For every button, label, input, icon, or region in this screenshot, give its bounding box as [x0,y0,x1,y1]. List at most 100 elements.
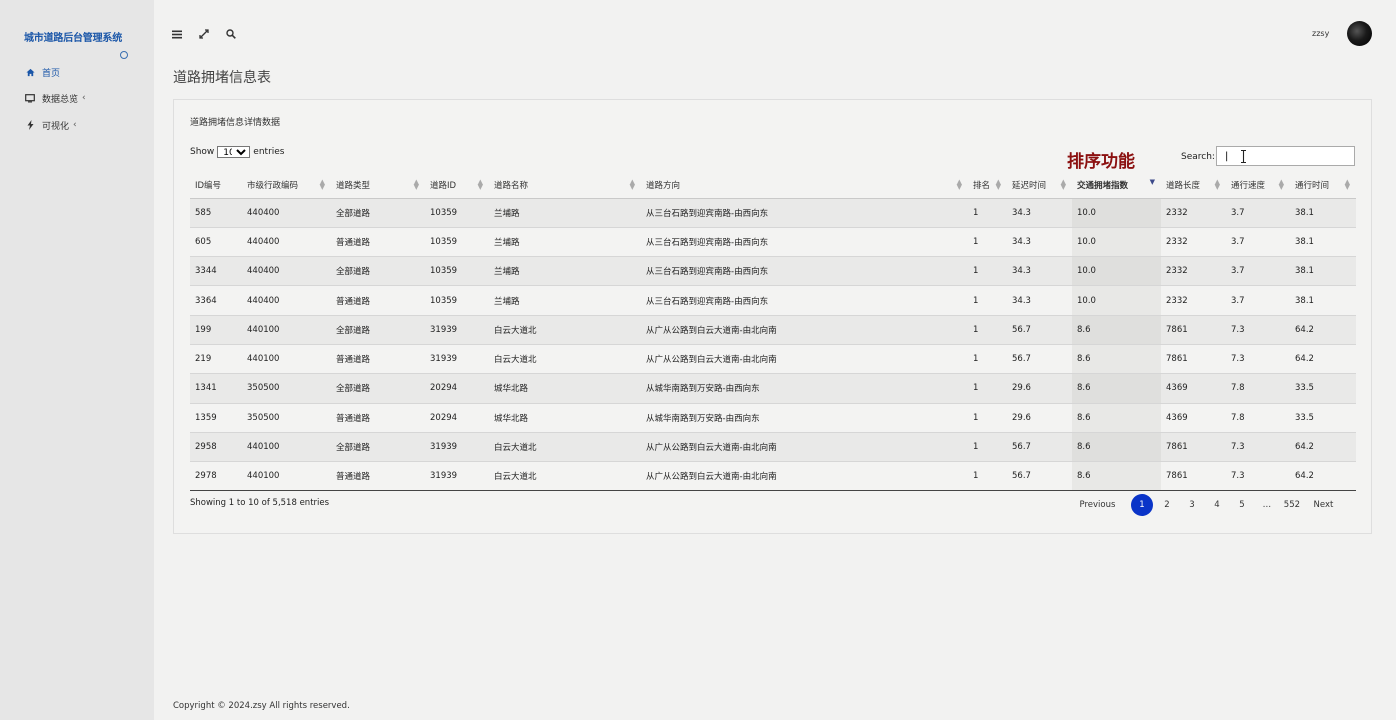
table-cell: 7.3 [1226,431,1290,462]
column-header-label: 市级行政编码 [247,180,299,191]
table-cell: 3344 [190,256,242,286]
table-row[interactable]: 3364 440400 普通道路 10359 兰埔路 从三台石路到迎宾南路-由西向东 1 34… [190,285,1356,316]
table-cell: 2332 [1161,285,1226,316]
table-cell: 全部道路 [331,256,425,286]
table-cell: 7861 [1161,343,1226,374]
pagination-page-button[interactable]: 2 [1156,494,1178,516]
table-cell: 64.2 [1290,431,1356,462]
table-cell: 从三台石路到迎宾南路-由西向东 [641,226,968,257]
sidebar-item-label: 数据总览 [42,94,79,105]
chevron-left-icon: ‹ [73,120,77,130]
menu-icon[interactable] [170,27,184,41]
table-cell: 8.6 [1072,461,1161,492]
expand-icon[interactable] [197,27,211,41]
table-row[interactable]: 585 440400 全部道路 10359 兰埔路 从三台石路到迎宾南路-由西向东 1 34.… [190,197,1356,228]
pagination-page-button[interactable]: 1 [1130,494,1153,516]
table-cell: 白云大道北 [489,461,641,492]
table-cell: 10359 [425,226,489,257]
table-cell: 10.0 [1072,226,1161,257]
table-row[interactable]: 2978 440100 普通道路 31939 白云大道北 从广从公路到白云大道南-由北向南… [190,461,1356,492]
column-header[interactable]: 交通拥堵指数 ▼ [1072,172,1161,199]
sidebar-toggle-ring-icon[interactable] [120,51,128,59]
table-row[interactable]: 605 440400 普通道路 10359 兰埔路 从三台石路到迎宾南路-由西向东 1 34.… [190,226,1356,257]
table-cell: 3.7 [1226,226,1290,257]
table-cell: 350500 [242,402,331,433]
sidebar-item-visualization[interactable]: 可视化 ‹ [25,117,77,133]
table-cell: 从城华南路到万安路-由西向东 [641,402,968,433]
home-icon [25,67,35,77]
sort-icon: ▲ ▼ [477,178,483,191]
sidebar-item-home[interactable]: 首页 [25,64,60,80]
column-header-label: 道路类型 [336,180,371,191]
column-header[interactable]: 通行时间 ▲ ▼ [1290,172,1356,199]
table-cell: 10.0 [1072,197,1161,228]
table-cell: 4369 [1161,402,1226,433]
page-length-select[interactable]: 102550100 [217,146,251,158]
table-cell: 33.5 [1290,402,1356,433]
avatar[interactable] [1347,21,1372,46]
sort-icon: ▲ ▼ [629,178,635,191]
column-header[interactable]: 道路方向 ▲ ▼ [641,172,968,199]
table-cell: 20294 [425,373,489,404]
table-cell: 7.8 [1226,373,1290,404]
table-cell: 4369 [1161,373,1226,404]
table-row[interactable]: 1341 350500 全部道路 20294 城华北路 从城华南路到万安路-由西向东 1 29… [190,373,1356,404]
search-input[interactable] [1216,146,1355,166]
column-header[interactable]: 道路名称 ▲ ▼ [489,172,641,199]
sort-icon: ▲ ▼ [956,178,962,191]
table-cell: 38.1 [1290,285,1356,316]
table-cell: 白云大道北 [489,343,641,374]
sort-icon: ▲ ▼ [319,178,325,191]
topbar: zzsy [154,0,1396,64]
pagination-page-button[interactable]: 4 [1206,494,1228,516]
table-cell: 56.7 [1007,314,1072,345]
data-table: ID编号 市级行政编码 ▲ ▼ 道路类型 ▲ ▼ 道路ID ▲ ▼ 道路名称 ▲ ▼ 道路方向 ▲ ▼ 排名 ▲ ▼… [190,172,1356,492]
column-header[interactable]: 道路类型 ▲ ▼ [331,172,425,199]
sidebar-item-data-overview[interactable]: 数据总览 ‹ [25,90,86,106]
table-row[interactable]: 1359 350500 普通道路 20294 城华北路 从城华南路到万安路-由西向东 1 29… [190,402,1356,433]
pagination: Previous 1 2 3 4 5 … 552 Next [1078,494,1336,516]
table-cell: 10.0 [1072,285,1161,316]
bolt-icon [25,120,35,130]
search-icon[interactable] [224,27,238,41]
table-row[interactable]: 199 440100 全部道路 31939 白云大道北 从广从公路到白云大道南-由北向南 1… [190,314,1356,345]
table-cell: 普通道路 [331,285,425,316]
table-cell: 从三台石路到迎宾南路-由西向东 [641,197,968,228]
pagination-page-button[interactable]: 5 [1231,494,1253,516]
pagination-page-button[interactable]: 552 [1281,494,1303,516]
table-cell: 3364 [190,285,242,316]
table-cell: 从广从公路到白云大道南-由北向南 [641,314,968,345]
monitor-icon [25,93,35,103]
table-cell: 29.6 [1007,402,1072,433]
column-header[interactable]: 市级行政编码 ▲ ▼ [242,172,331,199]
table-cell: 7861 [1161,314,1226,345]
table-cell: 兰埔路 [489,197,641,228]
table-row[interactable]: 219 440100 普通道路 31939 白云大道北 从广从公路到白云大道南-由北向南 1… [190,343,1356,374]
table-cell: 从三台石路到迎宾南路-由西向东 [641,285,968,316]
column-header[interactable]: 通行速度 ▲ ▼ [1226,172,1290,199]
table-cell: 7861 [1161,431,1226,462]
table-cell: 1 [968,226,1007,257]
table-cell: 350500 [242,373,331,404]
table-cell: 29.6 [1007,373,1072,404]
column-header[interactable]: 道路长度 ▲ ▼ [1161,172,1226,199]
table-row[interactable]: 2958 440100 全部道路 31939 白云大道北 从广从公路到白云大道南-由北向南… [190,431,1356,462]
table-row[interactable]: 3344 440400 全部道路 10359 兰埔路 从三台石路到迎宾南路-由西向东 1 34… [190,256,1356,286]
table-cell: 兰埔路 [489,285,641,316]
column-header[interactable]: 延迟时间 ▲ ▼ [1007,172,1072,199]
table-cell: 8.6 [1072,431,1161,462]
column-header[interactable]: 道路ID ▲ ▼ [425,172,489,199]
table-cell: 10.0 [1072,256,1161,286]
pagination-previous-button[interactable]: Previous [1080,494,1116,516]
column-header[interactable]: ID编号 [190,172,242,199]
column-header[interactable]: 排名 ▲ ▼ [968,172,1007,199]
table-cell: 64.2 [1290,461,1356,492]
table-cell: 2332 [1161,226,1226,257]
pagination-next-button[interactable]: Next [1312,494,1334,516]
chevron-left-icon: ‹ [82,93,86,103]
pagination-page-button[interactable]: 3 [1181,494,1203,516]
brand-title[interactable]: 城市道路后台管理系统 [24,29,122,44]
table-cell: 56.7 [1007,343,1072,374]
column-header-label: 交通拥堵指数 [1077,180,1129,191]
user-name[interactable]: zzsy [1312,29,1329,38]
